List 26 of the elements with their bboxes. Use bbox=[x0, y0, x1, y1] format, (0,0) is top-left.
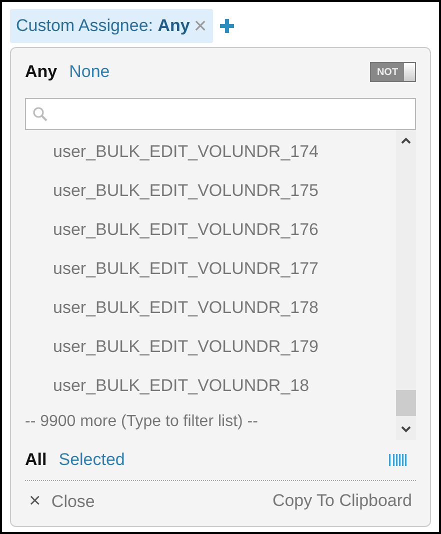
more-note: -- 9900 more (Type to filter list) -- bbox=[25, 413, 259, 431]
filter-chip[interactable]: Custom Assignee: Any × bbox=[10, 9, 213, 43]
list-item[interactable]: user_BULK_EDIT_VOLUNDR_177 bbox=[25, 251, 396, 290]
filter-label: Custom Assignee: Any bbox=[16, 16, 190, 36]
list-item[interactable]: user_BULK_EDIT_VOLUNDR_175 bbox=[25, 173, 396, 212]
list-item[interactable]: user_BULK_EDIT_VOLUNDR_176 bbox=[25, 212, 396, 251]
view-tab[interactable]: Selected bbox=[58, 450, 125, 470]
scrollbar[interactable] bbox=[396, 130, 416, 440]
copy-button[interactable]: Copy To Clipboard bbox=[268, 491, 416, 511]
close-button[interactable]: × Close bbox=[25, 490, 99, 512]
mode-tab[interactable]: None bbox=[69, 62, 110, 82]
close-icon[interactable]: × bbox=[194, 15, 207, 37]
search-icon bbox=[32, 106, 48, 122]
list-item[interactable]: user_BULK_EDIT_VOLUNDR_179 bbox=[25, 329, 396, 368]
view-tab[interactable]: All bbox=[25, 450, 47, 470]
list-item[interactable]: user_BULK_EDIT_VOLUNDR_178 bbox=[25, 290, 396, 329]
scroll-up-icon[interactable] bbox=[400, 136, 412, 146]
search-field[interactable] bbox=[25, 98, 416, 130]
list-item[interactable]: user_BULK_EDIT_VOLUNDR_174 bbox=[25, 134, 396, 173]
scroll-thumb[interactable] bbox=[396, 390, 416, 416]
mode-tab[interactable]: Any bbox=[25, 62, 58, 82]
add-icon[interactable] bbox=[218, 18, 235, 34]
list-item[interactable]: user_BULK_EDIT_VOLUNDR_18 bbox=[25, 368, 396, 407]
scroll-down-icon[interactable] bbox=[400, 424, 412, 434]
barcode-icon[interactable] bbox=[388, 454, 408, 466]
not-toggle[interactable]: NOT bbox=[370, 62, 416, 82]
